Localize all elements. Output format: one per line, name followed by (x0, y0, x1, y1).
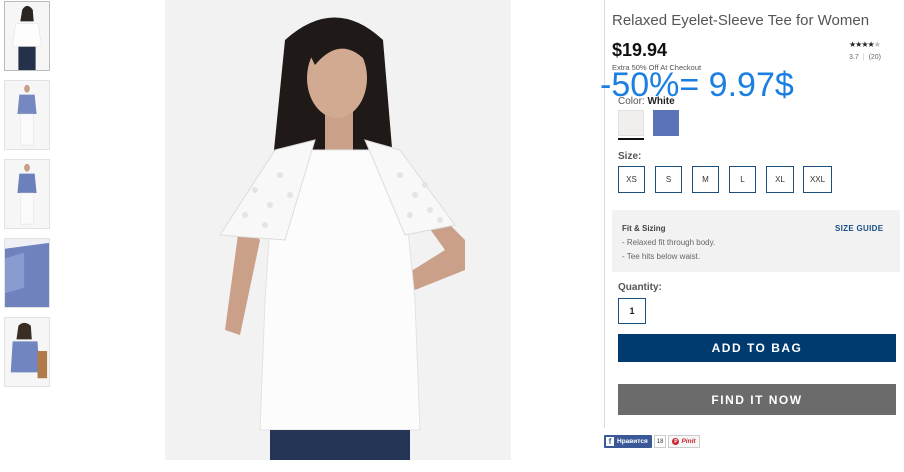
product-price: $19.94 (612, 40, 668, 60)
size-guide-link[interactable]: SIZE GUIDE (835, 224, 883, 233)
thumbnail-sleeve-detail-blue[interactable] (4, 238, 50, 308)
facebook-like-label: Нравится (617, 438, 648, 445)
social-share-bar: f Нравится 18 P Pinit (604, 435, 700, 448)
fit-item: - Tee hits below waist. (622, 252, 701, 261)
fit-sizing-title: Fit & Sizing (622, 224, 666, 233)
color-swatch-blue[interactable] (653, 110, 679, 136)
size-option-xxl[interactable]: XXL (803, 166, 832, 193)
facebook-like-button[interactable]: f Нравится (604, 435, 652, 448)
thumbnail-blue-with-bag[interactable] (4, 317, 50, 387)
pinterest-label: Pinit (681, 438, 696, 445)
quantity-field[interactable]: 1 (618, 298, 646, 324)
size-option-xs[interactable]: XS (618, 166, 645, 193)
quantity-label: Quantity: (618, 282, 662, 293)
facebook-icon: f (606, 437, 614, 446)
main-product-image[interactable] (165, 0, 511, 460)
rating-summary[interactable]: 3.7 | (20) (849, 54, 881, 61)
size-option-m[interactable]: M (692, 166, 719, 193)
size-option-xl[interactable]: XL (766, 166, 794, 193)
find-it-now-button[interactable]: FIND IT NOW (618, 384, 896, 415)
size-option-s[interactable]: S (655, 166, 682, 193)
fit-item: - Relaxed fit through body. (622, 238, 716, 247)
panel-divider (604, 0, 605, 428)
rating-value: 3.7 (849, 54, 859, 61)
facebook-like-count: 18 (653, 435, 667, 448)
thumbnail-full-body-white[interactable] (4, 80, 50, 150)
size-label: Size: (618, 151, 642, 162)
star-empty-icon: ★ (873, 40, 881, 49)
add-to-bag-button[interactable]: ADD TO BAG (618, 334, 896, 362)
product-title: Relaxed Eyelet-Sleeve Tee for Women (612, 12, 870, 29)
rating-stars[interactable]: ★★★★★ (849, 40, 881, 49)
rating-separator: | (862, 54, 865, 61)
thumbnail-front-view-white[interactable] (4, 1, 50, 71)
pinterest-button[interactable]: P Pinit (668, 435, 700, 448)
discount-annotation: -50%= 9.97$ (600, 66, 794, 104)
review-count: (20) (868, 54, 882, 61)
pinterest-icon: P (672, 438, 680, 445)
size-option-l[interactable]: L (729, 166, 756, 193)
color-swatch-white[interactable] (618, 110, 644, 140)
thumbnail-full-body-blue[interactable] (4, 159, 50, 229)
